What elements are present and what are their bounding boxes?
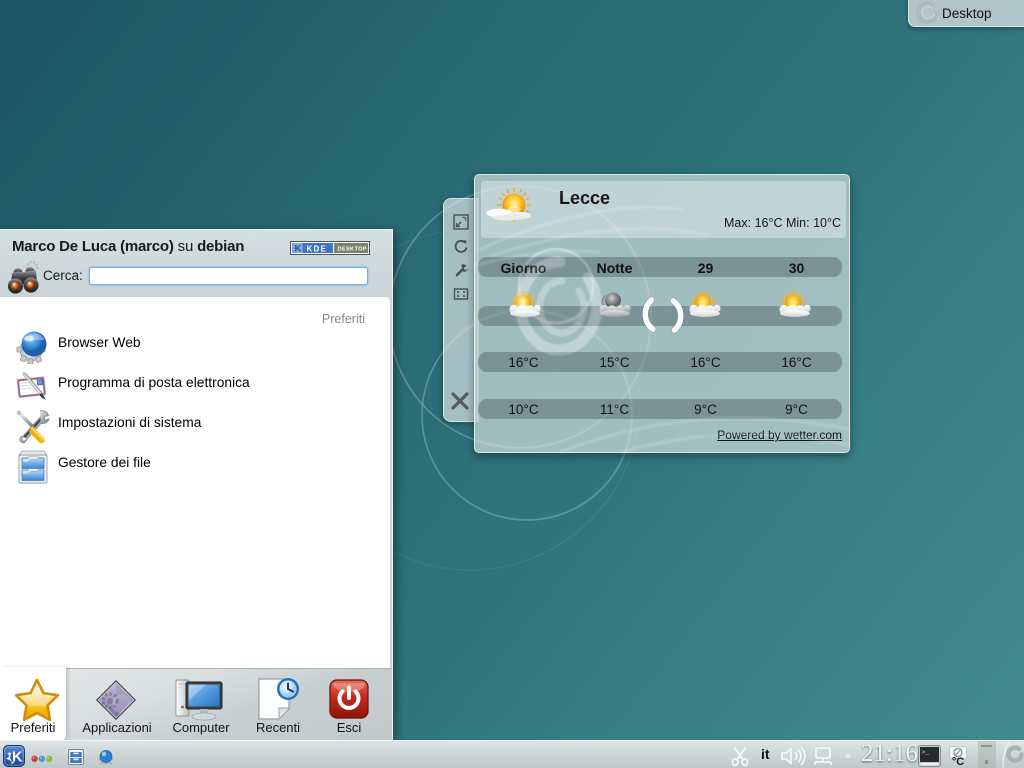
svg-text:>_: >_: [922, 749, 930, 756]
svg-text:KDE: KDE: [307, 244, 328, 253]
svg-text:DESKTOP: DESKTOP: [338, 247, 367, 253]
svg-text:K: K: [295, 244, 302, 255]
